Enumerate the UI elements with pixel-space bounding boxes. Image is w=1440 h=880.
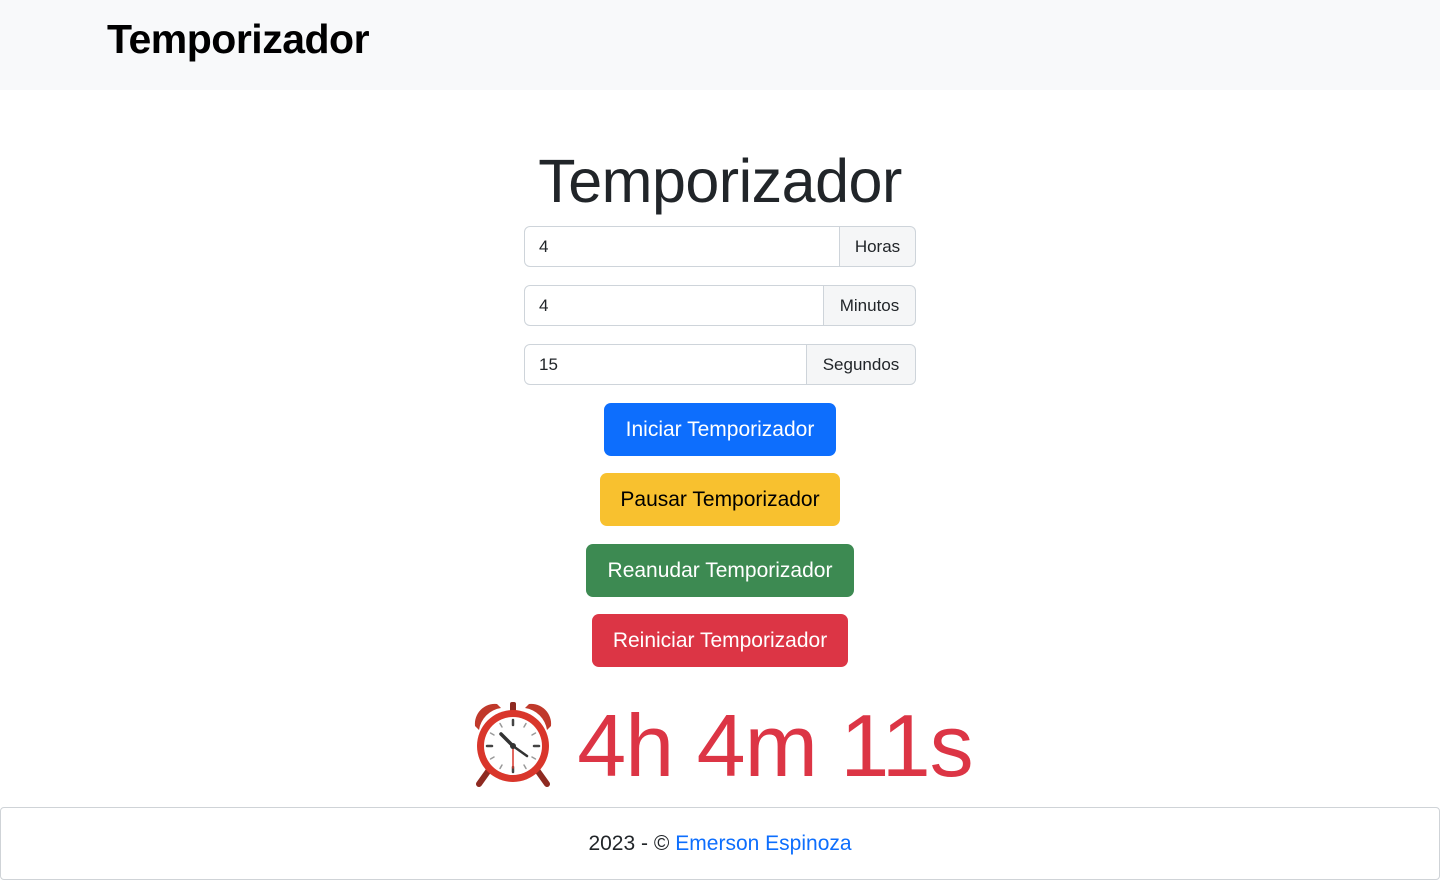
- navbar: Temporizador: [0, 0, 1440, 90]
- footer-author-link[interactable]: Emerson Espinoza: [675, 832, 851, 856]
- seconds-input[interactable]: [524, 344, 807, 385]
- seconds-label: Segundos: [807, 344, 916, 385]
- countdown-time: 4h 4m 11s: [577, 696, 973, 795]
- footer-copyright: 2023 - ©: [588, 831, 670, 855]
- page-title: Temporizador: [538, 147, 902, 215]
- hours-input[interactable]: [524, 226, 840, 267]
- minutes-label: Minutos: [824, 285, 916, 326]
- hours-input-group: Horas: [524, 226, 916, 267]
- minutes-input[interactable]: [524, 285, 824, 326]
- alarm-clock-icon: [467, 696, 559, 788]
- countdown-display: 4h 4m 11s: [0, 696, 1440, 796]
- hours-label: Horas: [840, 226, 916, 267]
- reset-timer-button[interactable]: Reiniciar Temporizador: [592, 614, 848, 667]
- pause-timer-button[interactable]: Pausar Temporizador: [600, 473, 840, 526]
- footer: 2023 - © Emerson Espinoza: [0, 807, 1440, 880]
- navbar-brand[interactable]: Temporizador: [107, 16, 370, 63]
- seconds-input-group: Segundos: [524, 344, 916, 385]
- minutes-input-group: Minutos: [524, 285, 916, 326]
- resume-timer-button[interactable]: Reanudar Temporizador: [586, 544, 854, 597]
- start-timer-button[interactable]: Iniciar Temporizador: [604, 403, 836, 456]
